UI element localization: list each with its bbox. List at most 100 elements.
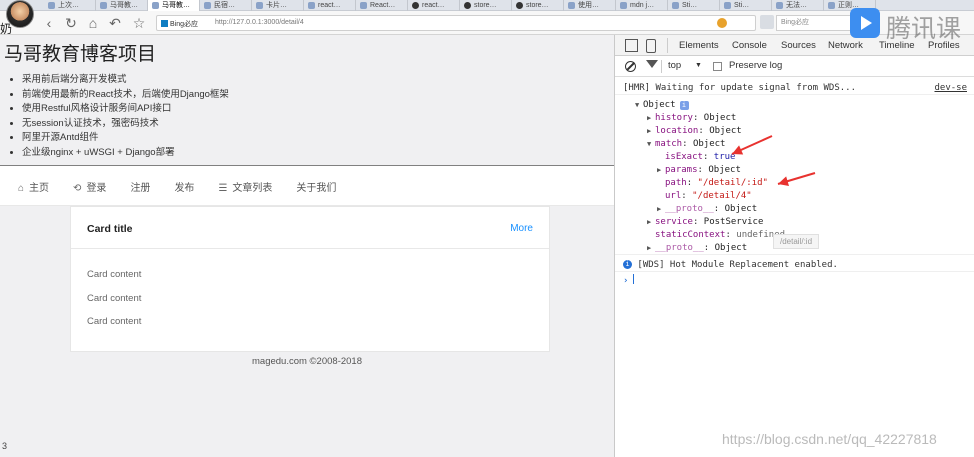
tencent-class-logo: 腾讯课 xyxy=(850,6,974,43)
list-item: 使用Restful风格设计服务间API接口 xyxy=(22,102,229,117)
context-select[interactable]: top xyxy=(668,60,681,71)
filter-icon[interactable] xyxy=(646,60,658,68)
devtools-panel: Elements Console Sources Network Timelin… xyxy=(614,35,974,457)
tab-sources[interactable]: Sources xyxy=(781,40,816,51)
url-watermark: https://blog.csdn.net/qq_42227818 xyxy=(722,431,937,447)
favicon-icon xyxy=(152,2,159,9)
source-link[interactable]: dev-se xyxy=(934,82,967,95)
browser-tab[interactable]: react… xyxy=(304,0,356,11)
inspect-icon[interactable] xyxy=(625,39,638,52)
prop-value: Object xyxy=(709,126,742,136)
list-icon: ☰ xyxy=(218,183,228,194)
prop-value: Object xyxy=(708,165,741,175)
browser-tab-strip: 上次… 马哥教… 马哥教… 民宿… 卡片… react… React… react… store… xyxy=(0,0,974,11)
prop-row[interactable]: ▶ service: PostService xyxy=(615,216,974,229)
collapse-triangle-icon[interactable]: ▶ xyxy=(647,125,655,138)
prompt-chevron-icon: › xyxy=(623,276,629,286)
prop-row[interactable]: ▼ match: Object xyxy=(615,138,974,151)
nav-item[interactable]: ⌂ 主页 xyxy=(0,166,61,206)
browser-tab[interactable]: mdn j… xyxy=(616,0,668,11)
prop-key: service xyxy=(655,217,693,227)
tab-console[interactable]: Console xyxy=(732,40,767,51)
list-item: 阿里开源Antd组件 xyxy=(22,131,229,146)
post-card: Card title More Card content Card conten… xyxy=(70,206,550,352)
prop-key: staticContext xyxy=(655,230,726,240)
collapse-triangle-icon[interactable]: ▶ xyxy=(657,203,665,216)
prop-row[interactable]: ▶ __proto__: Object xyxy=(615,203,974,216)
object-label: Object xyxy=(643,100,676,110)
device-icon[interactable] xyxy=(646,39,656,53)
search-engine-label: Bing必应 xyxy=(161,19,198,29)
shield-icon[interactable] xyxy=(717,18,727,28)
nav-item-label: 注册 xyxy=(130,183,151,194)
nav-item[interactable]: 关于我们 xyxy=(284,166,348,206)
prop-value: PostService xyxy=(703,217,764,227)
tab-elements[interactable]: Elements xyxy=(679,40,719,51)
browser-tab[interactable]: 马哥教… xyxy=(96,0,148,11)
collapse-triangle-icon[interactable]: ▶ xyxy=(657,164,665,177)
refresh-icon[interactable]: ↻ xyxy=(62,14,80,32)
url-text[interactable]: http://127.0.0.1:3000/detail/4 xyxy=(215,19,304,26)
prop-row[interactable]: ▶ params: Object xyxy=(615,164,974,177)
nav-item[interactable]: ☰ 文章列表 xyxy=(206,166,284,206)
browser-tab[interactable]: 民宿… xyxy=(200,0,252,11)
nav-item[interactable]: 注册 xyxy=(118,166,162,206)
collapse-triangle-icon[interactable]: ▶ xyxy=(647,242,655,255)
tab-label: 卡片… xyxy=(266,2,287,9)
card-more-link[interactable]: More xyxy=(510,223,533,234)
nav-item[interactable]: 发布 xyxy=(162,166,206,206)
console-prompt[interactable]: › xyxy=(615,274,974,287)
undo-icon[interactable]: ↶ xyxy=(106,14,124,32)
browser-tab[interactable]: 使用… xyxy=(564,0,616,11)
prop-key: params xyxy=(665,165,698,175)
tab-label: 马哥教… xyxy=(110,2,138,9)
favicon-icon xyxy=(620,2,627,9)
expand-triangle-icon[interactable]: ▼ xyxy=(635,99,643,112)
chevron-down-icon[interactable]: ▼ xyxy=(695,62,702,69)
dropdown-icon[interactable] xyxy=(760,15,774,29)
expand-triangle-icon[interactable]: ▼ xyxy=(647,138,655,151)
back-icon[interactable]: ‹ xyxy=(40,14,58,32)
search-input[interactable]: Bing必应 xyxy=(776,15,856,31)
github-icon xyxy=(516,2,523,9)
corner-digit: 3 xyxy=(2,441,8,451)
browser-tab[interactable]: 马哥教… xyxy=(148,0,200,11)
favicon-icon xyxy=(308,2,315,9)
nav-item[interactable]: ⟲ 登录 xyxy=(61,166,118,206)
object-row[interactable]: ▼ Object i xyxy=(615,99,974,112)
browser-tab[interactable]: Sti… xyxy=(720,0,772,11)
browser-tab[interactable]: 无法… xyxy=(772,0,824,11)
home-icon[interactable]: ⌂ xyxy=(84,14,102,32)
prop-value: Object xyxy=(703,113,737,123)
info-icon: i xyxy=(623,260,632,269)
preserve-log-checkbox[interactable] xyxy=(713,62,722,71)
favicon-icon xyxy=(256,2,263,9)
browser-tab[interactable]: React… xyxy=(356,0,408,11)
preserve-log-label: Preserve log xyxy=(729,60,783,71)
console-message: i [WDS] Hot Module Replacement enabled. xyxy=(615,259,974,272)
card-body: Card content Card content Card content xyxy=(71,249,549,348)
browser-tab[interactable]: store… xyxy=(512,0,564,11)
nav-item-label: 文章列表 xyxy=(232,183,273,194)
star-icon[interactable]: ☆ xyxy=(130,14,148,32)
console-text: [HMR] Waiting for update signal from WDS… xyxy=(623,83,856,93)
prop-row[interactable]: ▶ location: Object xyxy=(615,125,974,138)
prop-row[interactable]: ▶ history: Object xyxy=(615,112,974,125)
list-item: 前端使用最新的React技术，后端使用Django框架 xyxy=(22,88,229,103)
prop-key: url xyxy=(665,191,682,201)
list-item: 企业级nginx + uWSGI + Django部署 xyxy=(22,146,229,161)
clear-console-icon[interactable] xyxy=(625,61,636,72)
browser-tab[interactable]: 卡片… xyxy=(252,0,304,11)
browser-tab[interactable]: react… xyxy=(408,0,460,11)
browser-tab[interactable]: store… xyxy=(460,0,512,11)
browser-tab[interactable]: 上次… xyxy=(44,0,96,11)
address-bar[interactable]: Bing必应 http://127.0.0.1:3000/detail/4 xyxy=(156,15,756,31)
tab-label: 上次… xyxy=(58,2,79,9)
tab-label: 民宿… xyxy=(214,2,235,9)
collapse-triangle-icon[interactable]: ▶ xyxy=(647,216,655,229)
prop-value: "/detail/4" xyxy=(692,191,752,201)
nav-item-label: 关于我们 xyxy=(296,183,337,194)
prop-value: Object xyxy=(714,243,748,253)
browser-tab[interactable]: Sti… xyxy=(668,0,720,11)
collapse-triangle-icon[interactable]: ▶ xyxy=(647,112,655,125)
